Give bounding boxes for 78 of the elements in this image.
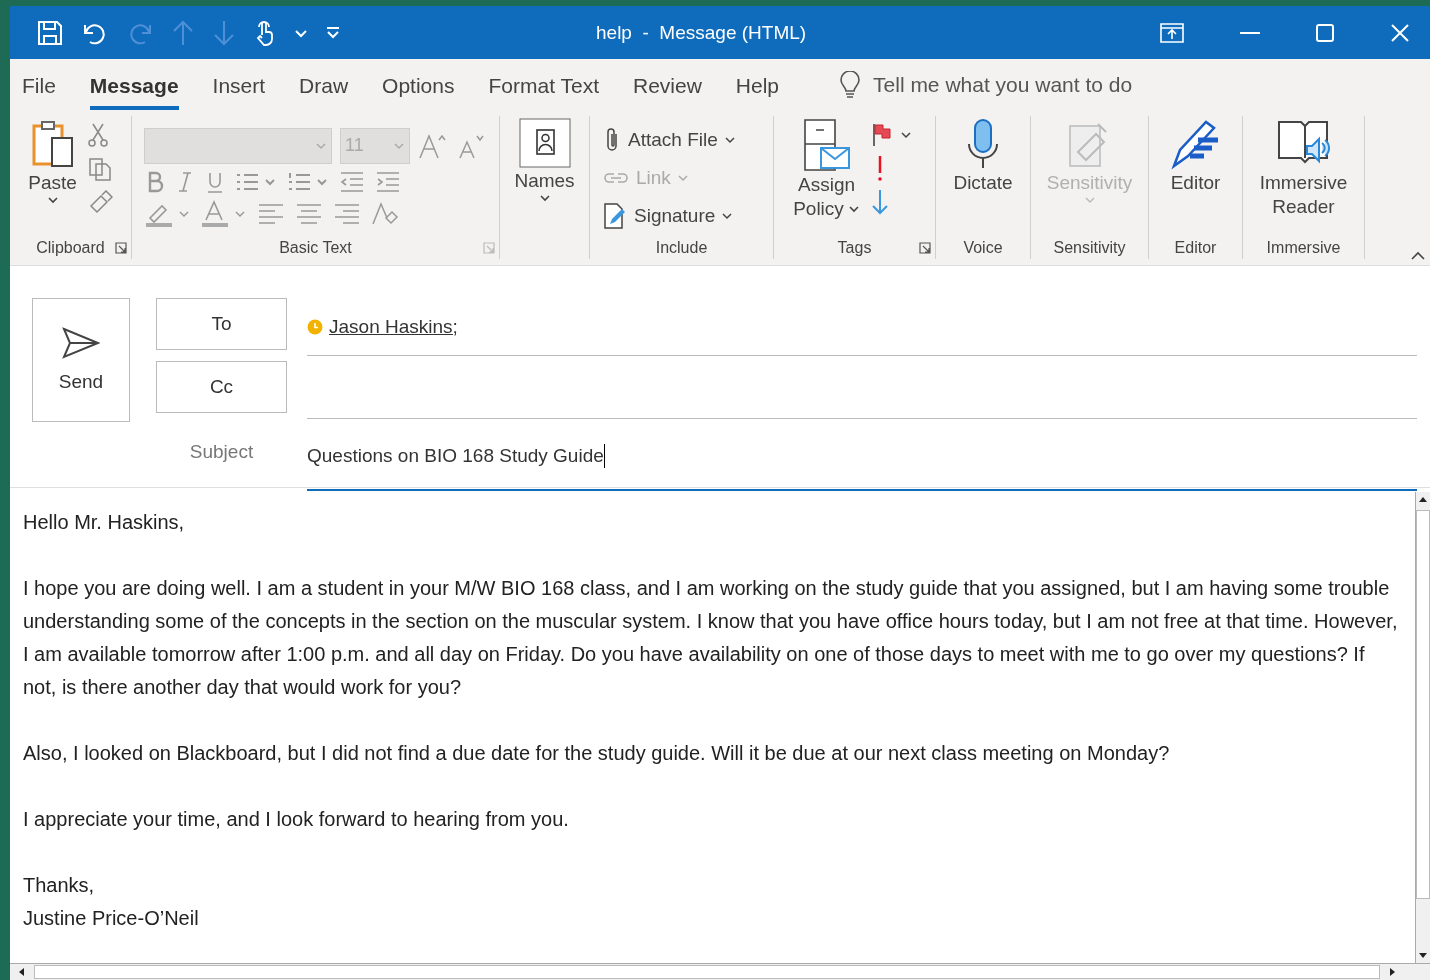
ribbon-tab[interactable]: Options [382, 63, 455, 110]
group-label: Tags [837, 239, 872, 257]
ribbon-tab[interactable]: Draw [299, 63, 349, 110]
body-text: I hope you are doing well. I am a student in your M/W BIO 168 class, and I am working on the study guide that you assigned, but I am having some trouble understanding some of the concepts in the section on the muscular system. I know that you have office hours today, but I am not free at that time. However, I am available tomorrow after 1:00 p.m. and all day on Friday. Do you have availability on one of those days to meet with me to go over my questions? If not, is there another day that would work for you? [23, 576, 1399, 700]
search-field[interactable]: Tell me what you want to do [871, 71, 1196, 98]
save-icon[interactable] [36, 18, 64, 47]
maximize-icon[interactable] [1315, 22, 1335, 43]
increase-indent-icon[interactable] [374, 169, 402, 194]
to-button[interactable]: To [156, 298, 287, 350]
ribbon-tab[interactable]: Help [735, 63, 780, 110]
dialog-launcher-icon[interactable] [115, 242, 127, 254]
copy-icon[interactable] [86, 156, 113, 182]
group-label: Clipboard [36, 239, 105, 257]
ribbon-tab[interactable]: Insert [212, 63, 266, 110]
group-label: Editor [1174, 239, 1217, 257]
down-arrow-icon[interactable] [212, 18, 236, 47]
dropdown-icon[interactable] [294, 27, 308, 38]
send-button[interactable]: Send [32, 298, 130, 422]
caret-icon [721, 211, 734, 220]
body-text: Thanks, [23, 873, 96, 898]
font-color-icon[interactable] [200, 199, 248, 228]
caret-icon [847, 205, 860, 213]
body-text: Justine Price-O’Neil [23, 906, 200, 931]
customize-icon[interactable] [325, 25, 341, 40]
group-label: Immersive [1266, 239, 1341, 257]
low-importance-icon[interactable] [869, 188, 890, 216]
body-text: I appreciate your time, and I look forward to hearing from you. [23, 807, 570, 832]
ribbon-tab[interactable]: File [22, 63, 56, 110]
address-book-icon [518, 118, 571, 168]
microphone-icon [966, 118, 1000, 170]
names-button[interactable]: Names [514, 118, 575, 237]
group-label: Sensitivity [1053, 239, 1126, 257]
caret-icon [315, 141, 327, 150]
assign-policy-button[interactable]: Assign Policy [793, 118, 860, 237]
group-label: Basic Text [279, 239, 352, 257]
ribbon-display-icon[interactable] [1159, 21, 1185, 44]
caret-icon [393, 141, 405, 150]
group-label: Include [655, 239, 708, 257]
scissors-icon[interactable] [86, 122, 109, 148]
to-field[interactable]: Jason Haskins; [307, 298, 1417, 356]
caret-icon [46, 196, 59, 204]
close-icon[interactable] [1390, 22, 1410, 43]
editor-button[interactable]: Editor [1169, 118, 1222, 237]
vertical-scrollbar[interactable] [1415, 492, 1430, 963]
caret-icon [1083, 196, 1096, 204]
caret-icon [676, 173, 689, 182]
dialog-launcher-icon[interactable] [919, 242, 931, 254]
horizontal-scrollbar[interactable] [10, 963, 1430, 980]
window-title: help - Message (HTML) [596, 21, 808, 44]
minimize-icon[interactable] [1240, 30, 1260, 35]
align-left-icon[interactable] [256, 201, 286, 226]
font-dropdown[interactable] [144, 127, 332, 164]
cabinet-mail-icon [802, 118, 851, 172]
lightbulb-icon [839, 70, 862, 99]
include-button[interactable]: Signature [602, 199, 734, 232]
body-text: Hello Mr. Haskins, [23, 510, 186, 535]
cc-button[interactable]: Cc [156, 360, 287, 413]
caret-icon [538, 194, 551, 202]
up-arrow-icon[interactable] [171, 18, 195, 47]
body-text: Also, I looked on Blackboard, but I did not find a due date for the study guide. Will it be due at our next class meeting on Monday? [23, 741, 1171, 766]
dictate-button[interactable]: Dictate [953, 118, 1013, 237]
include-button[interactable]: Attach File [602, 123, 736, 156]
send-icon [62, 327, 100, 359]
align-center-icon[interactable] [294, 201, 324, 226]
subject-field[interactable]: Questions on BIO 168 Study Guide [307, 423, 1417, 491]
recipient-link[interactable]: Jason Haskins; [329, 315, 458, 338]
group-label: Voice [963, 239, 1003, 257]
clock-icon [307, 318, 323, 335]
immersive-reader-button[interactable]: Immersive Reader [1259, 118, 1348, 237]
collapse-ribbon-icon[interactable] [1410, 251, 1426, 261]
ribbon-tab[interactable]: Review [632, 63, 702, 110]
align-right-icon[interactable] [332, 201, 362, 226]
subject-label: Subject [188, 440, 255, 464]
ribbon-tab[interactable]: Format Text [488, 63, 599, 110]
decrease-indent-icon[interactable] [338, 169, 366, 194]
caret-icon [723, 135, 736, 144]
paste-button[interactable]: Paste [28, 118, 77, 237]
signature-icon [602, 201, 628, 230]
